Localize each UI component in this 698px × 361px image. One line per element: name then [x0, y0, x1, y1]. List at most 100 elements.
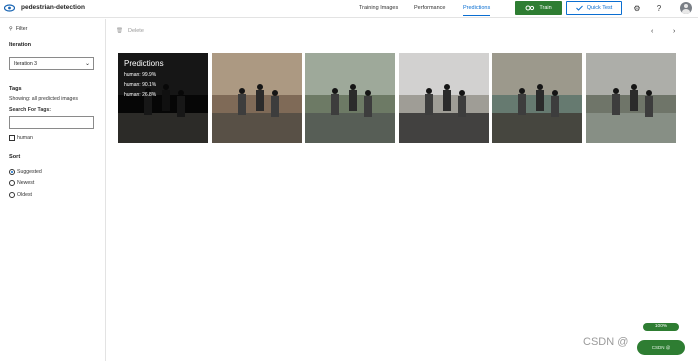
sort-heading: Sort	[9, 154, 21, 160]
pedestrian-body	[349, 90, 357, 111]
pedestrian-head	[350, 84, 356, 90]
pedestrian-body	[630, 90, 638, 111]
search-tags-label: Search For Tags:	[9, 107, 51, 113]
pedestrian-head	[272, 90, 278, 96]
photo-backdrop	[492, 53, 582, 95]
pedestrian-body	[425, 94, 433, 115]
photo-backdrop	[305, 53, 395, 95]
pedestrian-body	[238, 94, 246, 115]
tab-predictions[interactable]: Predictions	[463, 5, 491, 16]
prediction-item: human: 90.1%	[124, 82, 157, 88]
iteration-select[interactable]: Iteration 3 ⌄	[9, 57, 94, 70]
sort-suggested-label: Suggested	[17, 169, 42, 175]
tab-performance[interactable]: Performance	[414, 5, 446, 11]
human-checkbox[interactable]	[9, 135, 15, 141]
photo-ground	[586, 113, 676, 143]
tab-training-images[interactable]: Training Images	[359, 5, 398, 11]
pedestrian-head	[332, 88, 338, 94]
check-icon	[575, 5, 583, 11]
image-thumbnail-6[interactable]	[586, 53, 676, 143]
train-label: Train	[539, 5, 552, 11]
project-name: pedestrian-detection	[21, 4, 85, 11]
sort-newest-label: Newest	[17, 180, 35, 186]
photo-backdrop	[399, 53, 489, 95]
scene-image	[586, 53, 676, 143]
photo-ground	[305, 113, 395, 143]
gear-icon[interactable]: ⚙	[632, 3, 642, 13]
scene-image	[492, 53, 582, 143]
pedestrian-body	[645, 96, 653, 117]
predictions-title: Predictions	[124, 59, 164, 68]
pedestrian-head	[613, 88, 619, 94]
prediction-item: human: 99.9%	[124, 72, 157, 78]
delete-label: Delete	[127, 28, 144, 34]
avatar[interactable]	[680, 2, 692, 14]
pedestrian-head	[239, 88, 245, 94]
sort-oldest-radio[interactable]	[9, 192, 15, 198]
image-thumbnail-3[interactable]	[305, 53, 395, 143]
sort-suggested-radio[interactable]	[9, 169, 15, 175]
pedestrian-head	[552, 90, 558, 96]
pedestrian-head	[537, 84, 543, 90]
image-thumbnail-1[interactable]: Predictions human: 99.9% human: 90.1% hu…	[118, 53, 208, 143]
scene-image	[399, 53, 489, 143]
image-thumbnail-4[interactable]	[399, 53, 489, 143]
pedestrian-head	[631, 84, 637, 90]
search-tags-input[interactable]	[9, 116, 94, 129]
trash-icon: 🗑	[116, 28, 123, 34]
training-progress-badge: 100%	[643, 323, 679, 331]
top-bar: pedestrian-detection Training Images Per…	[0, 0, 698, 18]
pedestrian-body	[271, 96, 279, 117]
train-button[interactable]: Train	[515, 1, 562, 15]
scene-image	[305, 53, 395, 143]
pedestrian-head	[444, 84, 450, 90]
predictions-overlay: Predictions human: 99.9% human: 90.1% hu…	[118, 53, 208, 143]
image-toolbar: 🗑 Delete ‹ ›	[107, 19, 698, 45]
watermark: CSDN @	[583, 336, 629, 348]
image-thumbnail-5[interactable]	[492, 53, 582, 143]
previous-page-button[interactable]: ‹	[651, 28, 653, 35]
pedestrian-body	[458, 96, 466, 117]
pedestrian-head	[459, 90, 465, 96]
next-page-button[interactable]: ›	[673, 28, 675, 35]
pedestrian-body	[364, 96, 372, 117]
gears-icon	[525, 5, 535, 11]
image-thumbnail-2[interactable]	[212, 53, 302, 143]
pedestrian-body	[443, 90, 451, 111]
pedestrian-head	[426, 88, 432, 94]
help-icon[interactable]: ?	[654, 3, 664, 13]
tags-heading: Tags	[9, 86, 22, 92]
pedestrian-body	[331, 94, 339, 115]
pedestrian-body	[551, 96, 559, 117]
photo-backdrop	[212, 53, 302, 95]
prediction-item: human: 26.8%	[124, 92, 157, 98]
scene-image	[212, 53, 302, 143]
status-fab[interactable]: CSDN @	[637, 340, 685, 355]
photo-ground	[492, 113, 582, 143]
sort-oldest-label: Oldest	[17, 192, 32, 198]
pedestrian-head	[257, 84, 263, 90]
iteration-value: Iteration 3	[14, 61, 38, 67]
filter-toggle[interactable]: ⚲ Filter	[9, 26, 27, 32]
filter-label: Filter	[15, 26, 28, 32]
iteration-heading: Iteration	[9, 42, 32, 48]
photo-backdrop	[586, 53, 676, 95]
pedestrian-head	[519, 88, 525, 94]
filter-sidebar: ⚲ Filter Iteration Iteration 3 ⌄ Tags Sh…	[0, 19, 106, 361]
pedestrian-head	[365, 90, 371, 96]
eye-icon	[4, 4, 15, 12]
photo-ground	[399, 113, 489, 143]
pedestrian-head	[646, 90, 652, 96]
showing-text: Showing: all predicted images	[9, 96, 78, 102]
quick-test-label: Quick Test	[586, 5, 613, 11]
filter-icon: ⚲	[9, 26, 13, 32]
quick-test-button[interactable]: Quick Test	[566, 1, 622, 15]
human-tag-label: human	[17, 135, 33, 141]
sort-newest-radio[interactable]	[9, 180, 15, 186]
chevron-down-icon: ⌄	[84, 61, 90, 67]
pedestrian-body	[518, 94, 526, 115]
pedestrian-body	[256, 90, 264, 111]
delete-button[interactable]: 🗑 Delete	[116, 28, 144, 34]
pedestrian-body	[612, 94, 620, 115]
pedestrian-body	[536, 90, 544, 111]
